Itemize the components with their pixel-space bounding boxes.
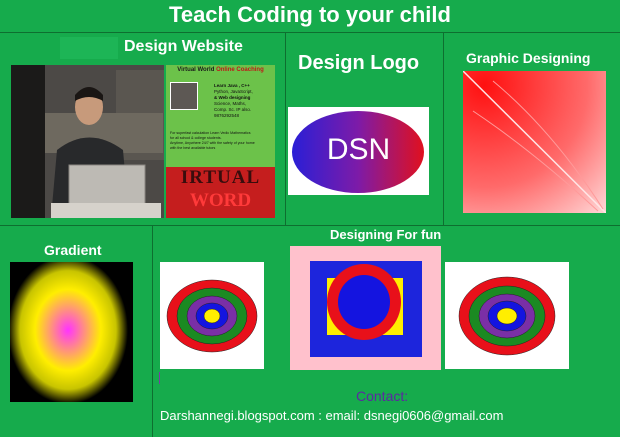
gradient-panel [10, 262, 133, 402]
target-right-graphic [458, 276, 556, 356]
graphic-panel [463, 71, 606, 213]
flyer-virtual-world: Virtual World Online Coaching Learn Java… [166, 65, 275, 218]
flyer-banner-top: IRTUAL [180, 167, 261, 188]
flyer-course-list: Learn Java , C++ Python, JavaScript, & W… [214, 83, 272, 119]
website-heading-accent [60, 37, 118, 59]
graphic-fractal [463, 71, 606, 213]
poster: Teach Coding to your child Design Websit… [0, 0, 620, 437]
divider-v1 [285, 32, 286, 225]
logo-panel: DSN [288, 107, 429, 195]
contact-label: Contact: [356, 388, 409, 404]
heading-designing-for-fun: Designing For fun [330, 227, 442, 242]
flyer-banner: IRTUAL WORD [166, 167, 275, 218]
heading-graphic-designing: Graphic Designing [466, 50, 591, 66]
page-title: Teach Coding to your child [169, 2, 451, 27]
square-center-graphic [290, 246, 441, 370]
divider-v3 [152, 225, 153, 437]
flyer-header-sub: Online Coaching [216, 67, 264, 73]
heading-design-logo: Design Logo [298, 52, 420, 74]
flyer-phone: 9876292548 [214, 113, 240, 118]
gradient-ellipse [10, 262, 133, 402]
contact-line: Darshannegi.blogspot.com : email: dsnegi… [160, 408, 504, 423]
photo-boy-laptop [11, 65, 164, 218]
target-design-right [445, 262, 569, 369]
logo-text: DSN [326, 133, 391, 166]
flyer-photo [170, 82, 198, 110]
square-design-center [290, 246, 441, 370]
flyer-info: For superfast calculation Learn Vedic Ma… [170, 131, 272, 151]
flyer-header-title: Virtual World [177, 67, 215, 73]
photo-illustration [11, 65, 164, 218]
cursor-mark [159, 372, 160, 384]
target-left-graphic [166, 279, 258, 353]
heading-gradient: Gradient [44, 242, 102, 258]
divider-top [0, 32, 620, 33]
flyer-teachers-line: with the best available tutors [170, 146, 216, 150]
divider-middle [0, 225, 620, 226]
flyer-banner-bottom: WORD [189, 190, 252, 211]
heading-design-website: Design Website [124, 38, 243, 55]
flyer-header: Virtual World Online Coaching [166, 67, 275, 73]
target-design-left [160, 262, 264, 369]
divider-v2 [443, 32, 444, 225]
